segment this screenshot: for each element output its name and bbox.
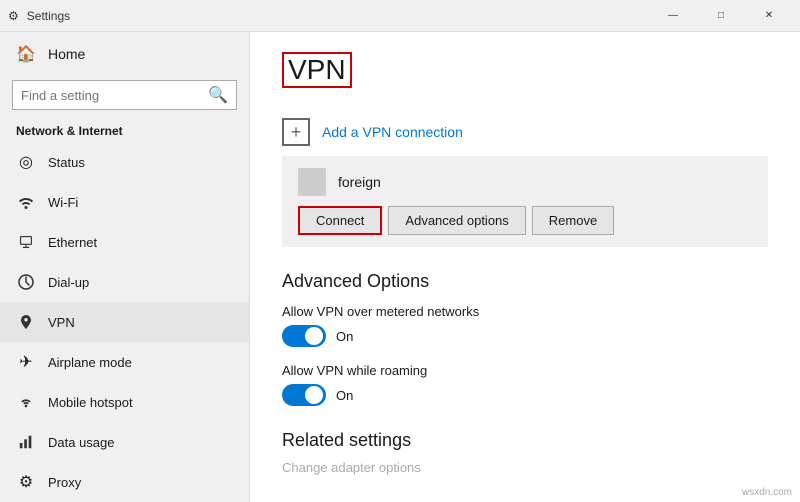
connect-button[interactable]: Connect xyxy=(298,206,382,235)
close-button[interactable]: ✕ xyxy=(746,0,792,32)
home-label: Home xyxy=(48,46,85,62)
sidebar-home[interactable]: 🏠 Home xyxy=(0,32,249,76)
proxy-icon: ⚙ xyxy=(16,472,36,492)
search-box[interactable]: 🔍 xyxy=(12,80,237,110)
sidebar-item-proxy[interactable]: ⚙ Proxy xyxy=(0,462,249,502)
sidebar-item-vpn[interactable]: VPN xyxy=(0,302,249,342)
sidebar-item-hotspot[interactable]: Mobile hotspot xyxy=(0,382,249,422)
sidebar-item-datausage[interactable]: Data usage xyxy=(0,422,249,462)
vpn-connection-icon xyxy=(298,168,326,196)
vpn-connection-card: foreign Connect Advanced options Remove xyxy=(282,156,768,247)
maximize-button[interactable]: □ xyxy=(698,0,744,32)
sidebar-item-label: Mobile hotspot xyxy=(48,395,133,410)
toggle-metered-label: Allow VPN over metered networks xyxy=(282,304,768,319)
sidebar-item-label: Ethernet xyxy=(48,235,97,250)
toggle-metered-control: On xyxy=(282,325,768,347)
advanced-options-title: Advanced Options xyxy=(282,271,768,292)
toggle-metered-switch[interactable] xyxy=(282,325,326,347)
add-vpn-icon: + xyxy=(282,118,310,146)
sidebar-item-status[interactable]: ◎ Status xyxy=(0,142,249,182)
minimize-button[interactable]: — xyxy=(650,0,696,32)
sidebar-item-label: Data usage xyxy=(48,435,115,450)
sidebar-item-dialup[interactable]: Dial-up xyxy=(0,262,249,302)
sidebar-item-label: Proxy xyxy=(48,475,81,490)
toggle-metered-thumb xyxy=(305,327,323,345)
sidebar-item-label: Wi-Fi xyxy=(48,195,78,210)
title-bar-left: ⚙ Settings xyxy=(8,9,70,23)
related-settings-title: Related settings xyxy=(282,430,768,451)
status-icon: ◎ xyxy=(16,152,36,172)
hotspot-icon xyxy=(16,392,36,412)
advanced-options-button[interactable]: Advanced options xyxy=(388,206,525,235)
dialup-icon xyxy=(16,272,36,292)
wifi-icon xyxy=(16,192,36,212)
app-icon: ⚙ xyxy=(8,9,19,23)
remove-button[interactable]: Remove xyxy=(532,206,614,235)
sidebar: 🏠 Home 🔍 Network & Internet ◎ Status Wi-… xyxy=(0,32,250,502)
sidebar-item-wifi[interactable]: Wi-Fi xyxy=(0,182,249,222)
app-title: Settings xyxy=(27,9,70,23)
toggle-roaming-label: Allow VPN while roaming xyxy=(282,363,768,378)
sidebar-item-label: Status xyxy=(48,155,85,170)
toggle-metered-state: On xyxy=(336,329,353,344)
add-vpn-row[interactable]: + Add a VPN connection xyxy=(282,108,768,156)
toggle-roaming-thumb xyxy=(305,386,323,404)
datausage-icon xyxy=(16,432,36,452)
search-input[interactable] xyxy=(21,88,202,103)
toggle-roaming-row: Allow VPN while roaming On xyxy=(282,363,768,406)
title-bar-controls: — □ ✕ xyxy=(650,0,792,32)
app-body: 🏠 Home 🔍 Network & Internet ◎ Status Wi-… xyxy=(0,32,800,502)
home-icon: 🏠 xyxy=(16,44,36,64)
sidebar-section-label: Network & Internet xyxy=(0,118,249,142)
page-title: VPN xyxy=(282,52,352,88)
sidebar-item-label: Dial-up xyxy=(48,275,89,290)
sidebar-item-airplane[interactable]: ✈ Airplane mode xyxy=(0,342,249,382)
toggle-roaming-switch[interactable] xyxy=(282,384,326,406)
vpn-connection-name: foreign xyxy=(338,174,381,190)
sidebar-item-label: VPN xyxy=(48,315,75,330)
ethernet-icon xyxy=(16,232,36,252)
toggle-metered-row: Allow VPN over metered networks On xyxy=(282,304,768,347)
change-adapter-link[interactable]: Change adapter options xyxy=(282,460,421,475)
sidebar-item-ethernet[interactable]: Ethernet xyxy=(0,222,249,262)
vpn-card-top: foreign xyxy=(298,168,752,196)
toggle-roaming-control: On xyxy=(282,384,768,406)
airplane-icon: ✈ xyxy=(16,352,36,372)
sidebar-item-label: Airplane mode xyxy=(48,355,132,370)
add-vpn-label: Add a VPN connection xyxy=(322,124,463,140)
title-bar: ⚙ Settings — □ ✕ xyxy=(0,0,800,32)
vpn-card-buttons: Connect Advanced options Remove xyxy=(298,206,752,235)
vpn-icon xyxy=(16,312,36,332)
toggle-roaming-state: On xyxy=(336,388,353,403)
search-icon: 🔍 xyxy=(208,85,228,105)
main-content: VPN + Add a VPN connection foreign Conne… xyxy=(250,32,800,502)
watermark: wsxdn.com xyxy=(742,487,792,498)
